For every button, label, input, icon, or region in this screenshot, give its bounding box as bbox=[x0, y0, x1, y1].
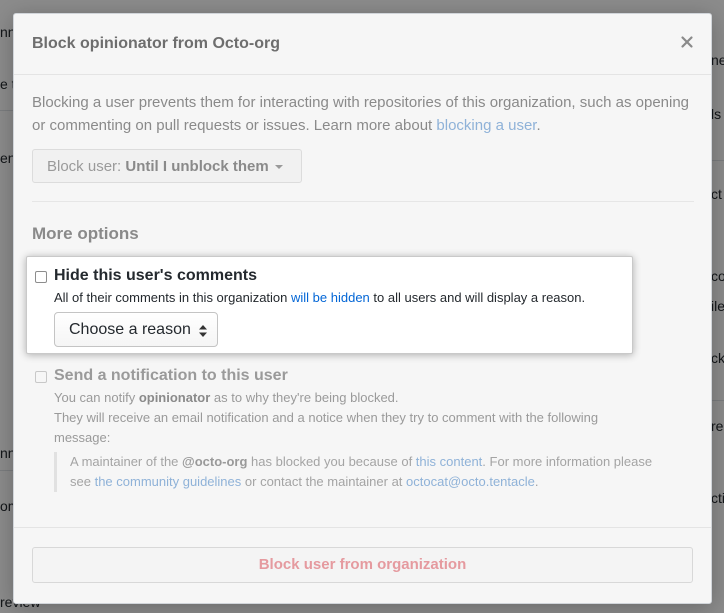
reason-select-value: Choose a reason bbox=[69, 321, 191, 338]
block-select-label: Block user: bbox=[47, 158, 126, 175]
blocked-username: opinionator bbox=[138, 390, 211, 405]
block-user-button[interactable]: Block user from organization bbox=[32, 547, 693, 583]
intro-end: . bbox=[536, 117, 541, 134]
quote-text: or contact the maintainer at bbox=[241, 474, 407, 489]
caret-down-icon bbox=[274, 165, 283, 170]
intro-text: Blocking a user prevents them for intera… bbox=[32, 94, 690, 134]
select-arrows-icon bbox=[199, 324, 207, 337]
notify-line-2: They will receive an email notification … bbox=[54, 410, 599, 445]
dialog-header: Block opinionator from Octo-org bbox=[14, 14, 711, 75]
notification-message-quote: A maintainer of the @octo-org has blocke… bbox=[54, 452, 654, 492]
notify-line-1: You can notify opinionator as to why the… bbox=[54, 388, 654, 408]
quote-text: A maintainer of the bbox=[70, 454, 183, 469]
notify-user-label[interactable]: Send a notification to this user bbox=[54, 367, 288, 385]
hide-desc-start: All of their comments in this organizati… bbox=[54, 290, 291, 305]
notify-user-description: You can notify opinionator as to why the… bbox=[54, 388, 654, 448]
block-user-dialog: Block opinionator from Octo-org Blocking… bbox=[13, 13, 712, 604]
quote-org: @octo-org bbox=[182, 454, 248, 469]
dialog-title: Block opinionator from Octo-org bbox=[32, 35, 280, 52]
quote-text: . bbox=[534, 474, 539, 489]
notify-user-checkbox[interactable] bbox=[35, 371, 47, 383]
more-options-title: More options bbox=[32, 224, 139, 243]
hide-comments-description: All of their comments in this organizati… bbox=[54, 290, 585, 305]
hide-comments-checkbox[interactable] bbox=[35, 271, 47, 283]
this-content-link[interactable]: this content bbox=[416, 454, 483, 469]
block-select-value: Until I unblock them bbox=[125, 158, 269, 175]
dialog-footer: Block user from organization bbox=[14, 527, 711, 603]
hide-comments-label[interactable]: Hide this user's comments bbox=[54, 267, 257, 285]
notify-line1-end: as to why they're being blocked. bbox=[210, 390, 399, 405]
will-be-hidden-link[interactable]: will be hidden bbox=[291, 290, 370, 305]
quote-text: has blocked you because of bbox=[247, 454, 416, 469]
hide-comments-option: Hide this user's comments All of their c… bbox=[26, 256, 633, 354]
notify-line1-start: You can notify bbox=[54, 390, 139, 405]
blocking-user-link[interactable]: blocking a user bbox=[436, 117, 536, 134]
maintainer-email-link[interactable]: octocat@octo.tentacle bbox=[406, 474, 535, 489]
dialog-intro: Blocking a user prevents them for intera… bbox=[32, 91, 692, 137]
hide-desc-end: to all users and will display a reason. bbox=[369, 290, 586, 305]
community-guidelines-link[interactable]: the community guidelines bbox=[95, 474, 242, 489]
reason-select[interactable]: Choose a reason bbox=[54, 312, 218, 347]
divider bbox=[32, 201, 694, 202]
close-icon[interactable] bbox=[679, 34, 695, 50]
block-duration-select[interactable]: Block user: Until I unblock them bbox=[32, 149, 302, 183]
